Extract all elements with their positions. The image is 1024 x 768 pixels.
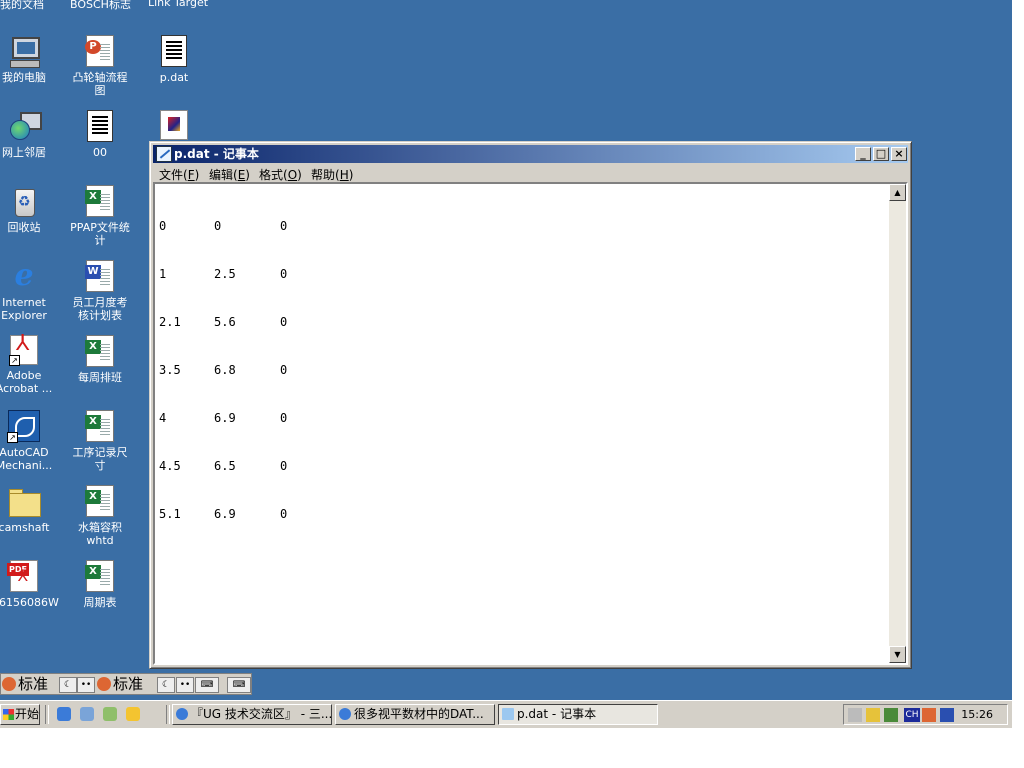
clock[interactable]: 15:26 [961,708,993,721]
ime-punct-icon[interactable]: •• [176,677,194,693]
taskbar-button-notepad[interactable]: p.dat - 记事本 [498,704,658,725]
keyboard-icon[interactable]: ⌨ [195,677,219,693]
taskbar-button-dat-article[interactable]: 很多视平数材中的DAT... [335,704,495,725]
tray-app-icon[interactable] [940,708,954,722]
vertical-scrollbar[interactable]: ▲ ▼ [889,184,906,663]
excel-file-icon: X [85,335,114,367]
text-editor[interactable]: 000 1 2.5 0 2.1 5.6 0 3.5 6.8 0 4 6.9 0 4.5 6.5 0 … [153,182,908,665]
ime-mode-1[interactable]: 标准 [2,675,48,693]
folder-icon [8,485,41,517]
desktop-icon-p-dat[interactable]: p.dat [142,35,206,84]
desktop-icon-recycle-bin[interactable]: 回收站 [0,185,56,234]
desktop-icon-ppap[interactable]: X PPAP文件统计 [68,185,132,247]
pdf-icon: PDF [7,560,38,592]
text-line: 000 [159,219,288,233]
ime-tray-icon[interactable] [922,708,936,722]
desktop-icon-media[interactable] [142,110,206,144]
ie-quicklaunch-icon[interactable] [57,707,71,721]
text-file-icon [87,110,113,142]
text-line: 4 6.9 0 [159,411,288,425]
menu-help[interactable]: 帮助(H) [311,166,353,183]
system-tray: CH 15:26 [843,704,1008,725]
desktop-icon-network[interactable]: 网上邻居 [0,110,56,159]
minimize-button[interactable]: _ [855,147,871,161]
desktop-icon-process-record[interactable]: X 工序记录尺寸 [68,410,132,472]
outlook-quicklaunch-icon[interactable] [80,707,94,721]
network-tray-icon[interactable] [884,708,898,722]
ime-icon [2,677,16,691]
desktop-icon-monthly-review[interactable]: W 员工月度考核计划表 [68,260,132,322]
autocad-icon: ↗ [7,410,40,443]
text-line: 2.1 5.6 0 [159,315,288,329]
maximize-button[interactable]: □ [873,147,889,161]
windows-logo-icon [3,709,14,720]
desktop-icon-internet-explorer[interactable]: e Internet Explorer [0,258,56,323]
ime-toolbar: 标准 ☾ •• 标准 ☾ •• ⌨ ⌨ [0,673,252,695]
ime-moon-icon[interactable]: ☾ [157,677,175,693]
excel-file-icon: X [85,185,114,217]
desktop-quicklaunch-icon[interactable] [103,707,117,721]
menu-edit[interactable]: 编辑(E) [209,166,250,183]
title-bar[interactable]: p.dat - 记事本 _ □ × [153,145,908,163]
media-file-icon [160,110,188,140]
menu-file[interactable]: 文件(F) [159,166,199,183]
word-file-icon: W [85,260,114,292]
acrobat-icon: ↗ [9,335,38,366]
text-line: 4.5 6.5 0 [159,459,288,473]
ime-mode-2[interactable]: 标准 [97,675,143,693]
desktop-icon-water-tank[interactable]: X 水箱容积whtd [68,485,132,547]
desktop-icon-weekly-shift[interactable]: X 每周排班 [68,335,132,384]
menu-bar: 文件(F) 编辑(E) 格式(O) 帮助(H) [153,164,908,182]
desktop-icon-autocad[interactable]: ↗ AutoCAD Mechani... [0,410,56,472]
desktop-icon-period-table[interactable]: X 周期表 [68,560,132,609]
scroll-up-button[interactable]: ▲ [889,184,906,201]
desktop-icon-my-computer[interactable]: 我的电脑 [0,35,56,84]
text-content: 000 1 2.5 0 2.1 5.6 0 3.5 6.8 0 4 6.9 0 4.5 6.5 0 … [159,186,288,554]
excel-file-icon: X [85,410,114,442]
menu-format[interactable]: 格式(O) [259,166,302,183]
ime-punct-icon[interactable]: •• [77,677,95,693]
text-line: 1 2.5 0 [159,267,288,281]
text-file-icon [161,35,187,67]
taskbar-separator [45,705,49,724]
notepad-icon [502,708,514,720]
desktop-icon-acrobat[interactable]: ↗ Adobe Acrobat ... [0,335,56,395]
excel-file-icon: X [85,560,114,592]
keyboard-icon[interactable]: ⌨ [227,677,251,693]
close-button[interactable]: × [891,147,907,161]
ime-icon [97,677,111,691]
ime-moon-icon[interactable]: ☾ [59,677,77,693]
window-title: p.dat - 记事本 [174,147,259,161]
desktop-icon-00[interactable]: 00 [68,110,132,159]
text-line: 5.1 6.9 0 [159,507,288,521]
start-button[interactable]: 开始 [0,704,40,725]
scroll-down-button[interactable]: ▼ [889,646,906,663]
ie-icon [339,708,351,720]
desktop-icon-camshaft[interactable]: camshaft [0,485,56,534]
notepad-icon[interactable] [156,146,172,162]
powerpoint-file-icon: P [85,35,114,67]
tray-app-icon[interactable] [866,708,880,722]
media-quicklaunch-icon[interactable] [126,707,140,721]
notepad-window[interactable]: p.dat - 记事本 _ □ × 文件(F) 编辑(E) 格式(O) 帮助(H… [149,141,912,669]
excel-file-icon: X [85,485,114,517]
desktop-label-bosch[interactable]: BOSCH标志 [70,0,131,12]
computer-icon [8,35,40,68]
desktop-icon-pdf[interactable]: PDF 16156086W [0,560,59,609]
taskbar: 开始 『UG 技术交流区』 - 三... 很多视平数材中的DAT... p.da… [0,700,1012,728]
taskbar-separator [166,705,170,724]
desktop-icon-camshaft-flow[interactable]: P 凸轮轴流程图 [68,35,132,97]
ie-icon [176,708,188,720]
text-line: 3.5 6.8 0 [159,363,288,377]
network-icon [8,110,42,142]
volume-icon[interactable] [848,708,862,722]
desktop-label-link-target[interactable]: Link Target [148,0,208,9]
desktop-label-my-documents[interactable]: 我的文档 [0,0,44,12]
taskbar-button-ug-forum[interactable]: 『UG 技术交流区』 - 三... [172,704,332,725]
language-indicator[interactable]: CH [904,708,920,722]
internet-explorer-icon: e [14,258,34,293]
recycle-bin-icon [8,185,40,217]
